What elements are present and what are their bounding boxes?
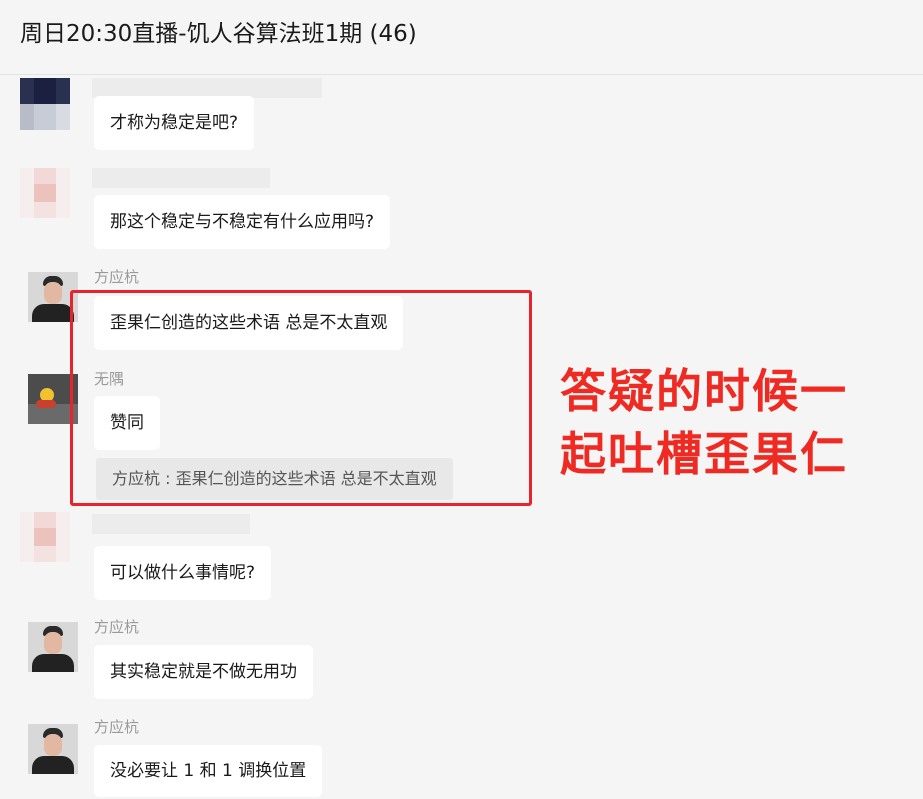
message-bubble[interactable]: 那这个稳定与不稳定有什么应用吗? bbox=[94, 195, 391, 249]
chat-header: 周日20:30直播-饥人谷算法班1期 (46) bbox=[0, 0, 923, 75]
avatar[interactable] bbox=[28, 724, 78, 774]
message-bubble[interactable]: 其实稳定就是不做无用功 bbox=[94, 645, 313, 699]
message-bubble[interactable]: 才称为稳定是吧? bbox=[94, 96, 255, 150]
sender-name: 方应杭 bbox=[94, 268, 140, 286]
annotation-text-line1: 答疑的时候一 bbox=[560, 364, 848, 418]
message-bubble[interactable]: 没必要让 1 和 1 调换位置 bbox=[94, 745, 323, 797]
sender-name-blurred bbox=[92, 168, 270, 188]
avatar[interactable] bbox=[20, 168, 70, 218]
chat-title[interactable]: 周日20:30直播-饥人谷算法班1期 (46) bbox=[20, 14, 417, 48]
avatar[interactable] bbox=[28, 622, 78, 672]
sender-name: 方应杭 bbox=[94, 618, 140, 636]
sender-name: 方应杭 bbox=[94, 718, 140, 736]
annotation-text-line2: 起吐槽歪果仁 bbox=[560, 427, 848, 481]
highlight-box bbox=[70, 290, 532, 506]
sender-name-blurred bbox=[92, 78, 322, 98]
message-bubble[interactable]: 可以做什么事情呢? bbox=[94, 546, 272, 600]
avatar[interactable] bbox=[20, 78, 70, 130]
sender-name-blurred bbox=[92, 514, 250, 534]
avatar[interactable] bbox=[20, 512, 70, 562]
